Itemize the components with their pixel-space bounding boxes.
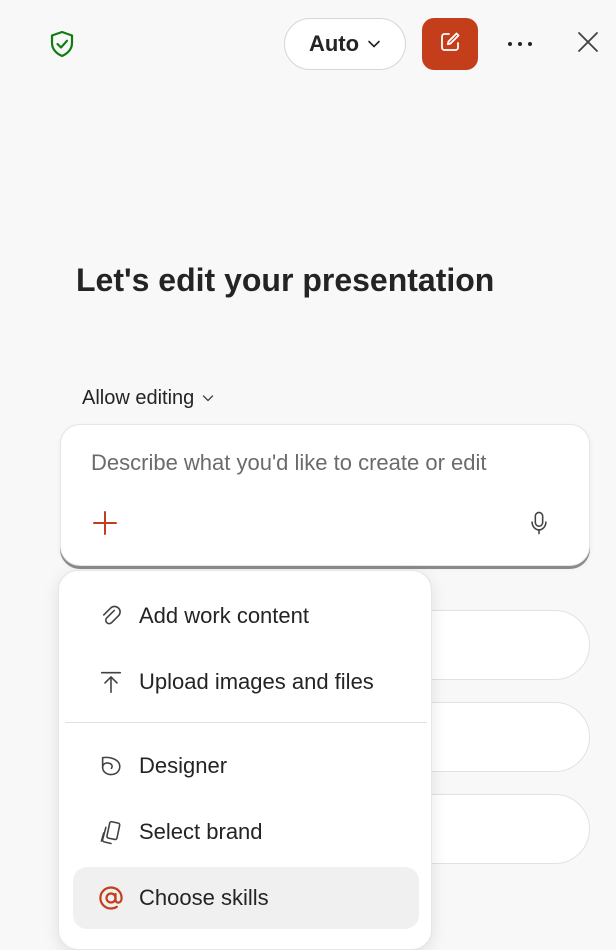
allow-editing-label: Allow editing bbox=[82, 386, 195, 409]
more-options-button[interactable] bbox=[500, 24, 540, 64]
plus-icon bbox=[91, 509, 119, 542]
chevron-down-icon bbox=[367, 31, 381, 57]
menu-item-label: Upload images and files bbox=[139, 669, 374, 694]
menu-item-label: Add work content bbox=[139, 603, 309, 628]
add-attachment-button[interactable] bbox=[89, 509, 121, 541]
chevron-down-icon bbox=[202, 387, 214, 410]
upload-icon bbox=[97, 668, 125, 696]
menu-item-label: Select brand bbox=[139, 819, 263, 844]
paperclip-icon bbox=[97, 602, 125, 630]
designer-icon bbox=[97, 752, 125, 780]
menu-item-label: Choose skills bbox=[139, 885, 269, 910]
prompt-composer bbox=[60, 424, 590, 566]
menu-item-label: Designer bbox=[139, 753, 228, 778]
header-bar: Auto bbox=[0, 0, 616, 92]
brand-icon bbox=[97, 818, 125, 846]
prompt-input[interactable] bbox=[91, 445, 561, 481]
allow-editing-dropdown[interactable]: Allow editing bbox=[82, 384, 214, 412]
compose-icon bbox=[436, 28, 464, 61]
at-sign-icon bbox=[97, 884, 125, 912]
page-title: Let's edit your presentation bbox=[76, 262, 495, 298]
menu-item-upload-images-and-files[interactable]: Upload images and files bbox=[73, 651, 419, 713]
mode-label: Auto bbox=[308, 31, 360, 56]
close-button[interactable] bbox=[570, 26, 606, 62]
menu-item-choose-skills[interactable]: Choose skills bbox=[73, 867, 419, 929]
microphone-button[interactable] bbox=[523, 509, 555, 541]
menu-item-select-brand[interactable]: Select brand bbox=[73, 801, 419, 863]
mode-dropdown-button[interactable]: Auto bbox=[284, 18, 406, 70]
shield-check-icon[interactable] bbox=[46, 28, 78, 60]
microphone-icon bbox=[528, 510, 550, 541]
add-content-menu: Add work content Upload images and files… bbox=[58, 570, 432, 950]
new-chat-button[interactable] bbox=[422, 18, 478, 70]
menu-divider bbox=[65, 722, 427, 723]
menu-item-designer[interactable]: Designer bbox=[73, 735, 419, 797]
more-horizontal-icon bbox=[505, 35, 535, 53]
close-icon bbox=[576, 30, 600, 59]
menu-item-add-work-content[interactable]: Add work content bbox=[73, 585, 419, 647]
